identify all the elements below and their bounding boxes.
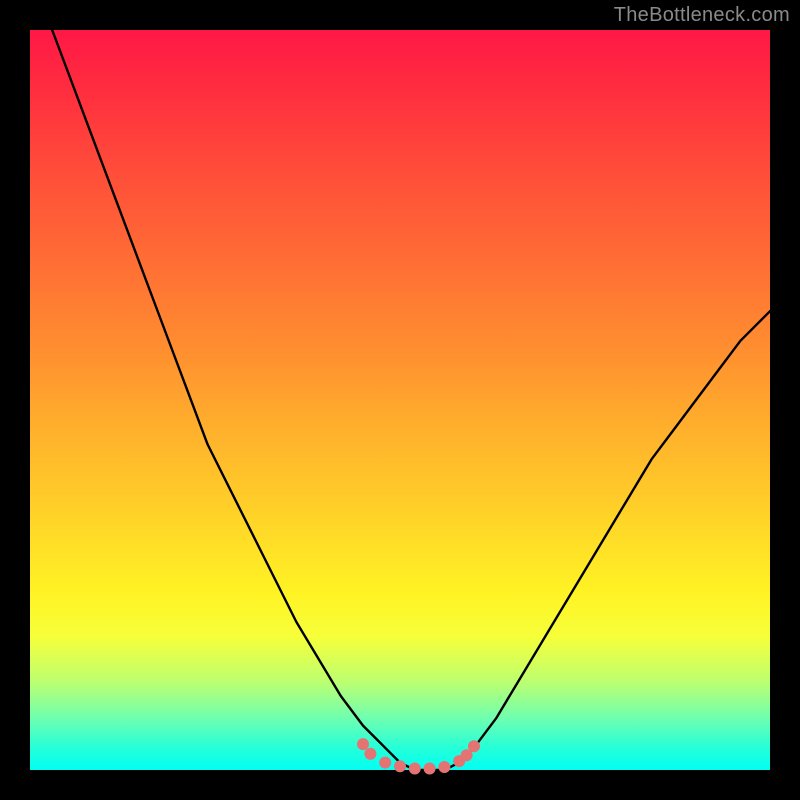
plot-area — [30, 30, 770, 770]
valley-marker — [468, 740, 480, 752]
watermark-text: TheBottleneck.com — [614, 4, 790, 27]
valley-marker — [394, 760, 406, 772]
valley-marker — [409, 763, 421, 775]
valley-marker — [379, 757, 391, 769]
bottleneck-curve — [30, 0, 770, 770]
valley-markers — [357, 738, 480, 774]
valley-marker — [357, 738, 369, 750]
valley-marker — [438, 761, 450, 773]
valley-marker — [364, 748, 376, 760]
chart-frame: TheBottleneck.com — [0, 0, 800, 800]
valley-marker — [424, 763, 436, 775]
curve-layer — [30, 30, 770, 770]
